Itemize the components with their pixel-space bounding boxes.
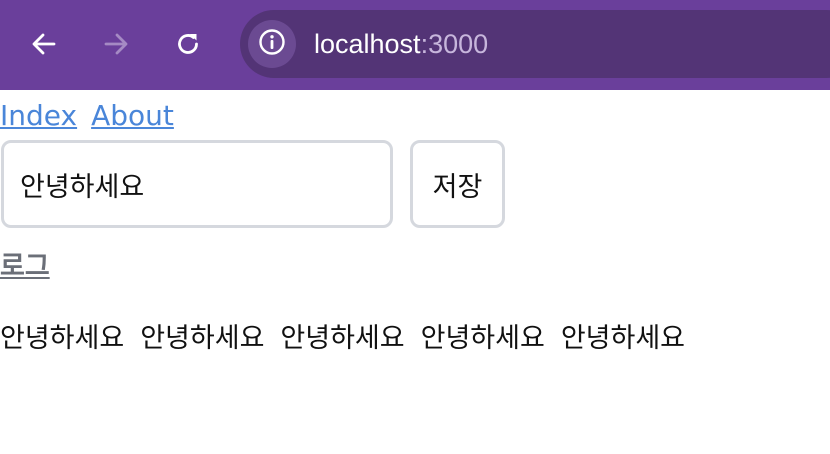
save-button[interactable]: 저장 — [410, 140, 505, 228]
log-item: 안녕하세요 — [420, 323, 545, 354]
log-item: 안녕하세요 — [280, 323, 405, 354]
back-button[interactable] — [26, 26, 62, 62]
address-bar[interactable]: localhost:3000 — [240, 10, 830, 78]
reload-icon — [175, 31, 201, 57]
url-port: :3000 — [420, 29, 489, 59]
log-heading: 로그 — [0, 251, 50, 282]
log-list: 안녕하세요 안녕하세요 안녕하세요 안녕하세요 안녕하세요 — [0, 322, 701, 356]
info-icon — [258, 28, 286, 60]
url-text: localhost:3000 — [314, 28, 488, 60]
reload-button[interactable] — [170, 26, 206, 62]
arrow-left-icon — [31, 31, 57, 57]
site-info-button[interactable] — [248, 20, 296, 68]
nav-link-index[interactable]: Index — [0, 99, 77, 132]
url-host: localhost — [314, 29, 421, 59]
page-content: Index About 저장 로그 안녕하세요 안녕하세요 안녕하세요 안녕하세요… — [0, 90, 830, 454]
forward-button[interactable] — [98, 26, 134, 62]
log-item: 안녕하세요 — [140, 323, 265, 354]
page-nav: Index About — [0, 99, 188, 133]
message-input[interactable] — [1, 140, 393, 228]
log-item: 안녕하세요 — [560, 323, 686, 354]
browser-toolbar: localhost:3000 — [0, 0, 830, 90]
arrow-right-icon — [103, 31, 129, 57]
log-item: 안녕하세요 — [0, 323, 125, 354]
nav-link-about[interactable]: About — [91, 99, 174, 132]
